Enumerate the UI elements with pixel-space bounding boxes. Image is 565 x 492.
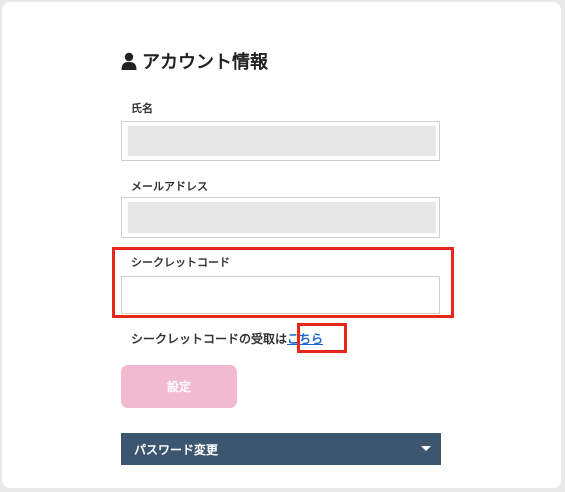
email-label: メールアドレス <box>131 180 208 193</box>
user-icon <box>121 52 137 70</box>
email-input[interactable] <box>122 198 439 237</box>
secret-code-help-text: シークレットコードの受取は <box>131 332 288 346</box>
password-change-toggle[interactable]: パスワード変更 <box>121 433 441 465</box>
page-title: アカウント情報 <box>121 48 268 74</box>
email-field[interactable] <box>121 197 440 238</box>
secret-code-label: シークレットコード <box>131 256 230 269</box>
password-change-label: パスワード変更 <box>134 442 219 457</box>
submit-button[interactable]: 設定 <box>121 365 237 408</box>
secret-code-field[interactable] <box>121 276 440 314</box>
secret-code-help: シークレットコードの受取はこちら <box>131 330 323 347</box>
caret-down-icon <box>421 446 431 451</box>
name-field[interactable] <box>121 121 440 161</box>
name-input[interactable] <box>122 122 439 160</box>
account-card <box>2 2 561 488</box>
secret-code-input[interactable] <box>122 277 439 313</box>
page-title-text: アカウント情報 <box>142 52 268 73</box>
secret-link-highlight <box>297 323 347 353</box>
name-label: 氏名 <box>131 102 153 115</box>
